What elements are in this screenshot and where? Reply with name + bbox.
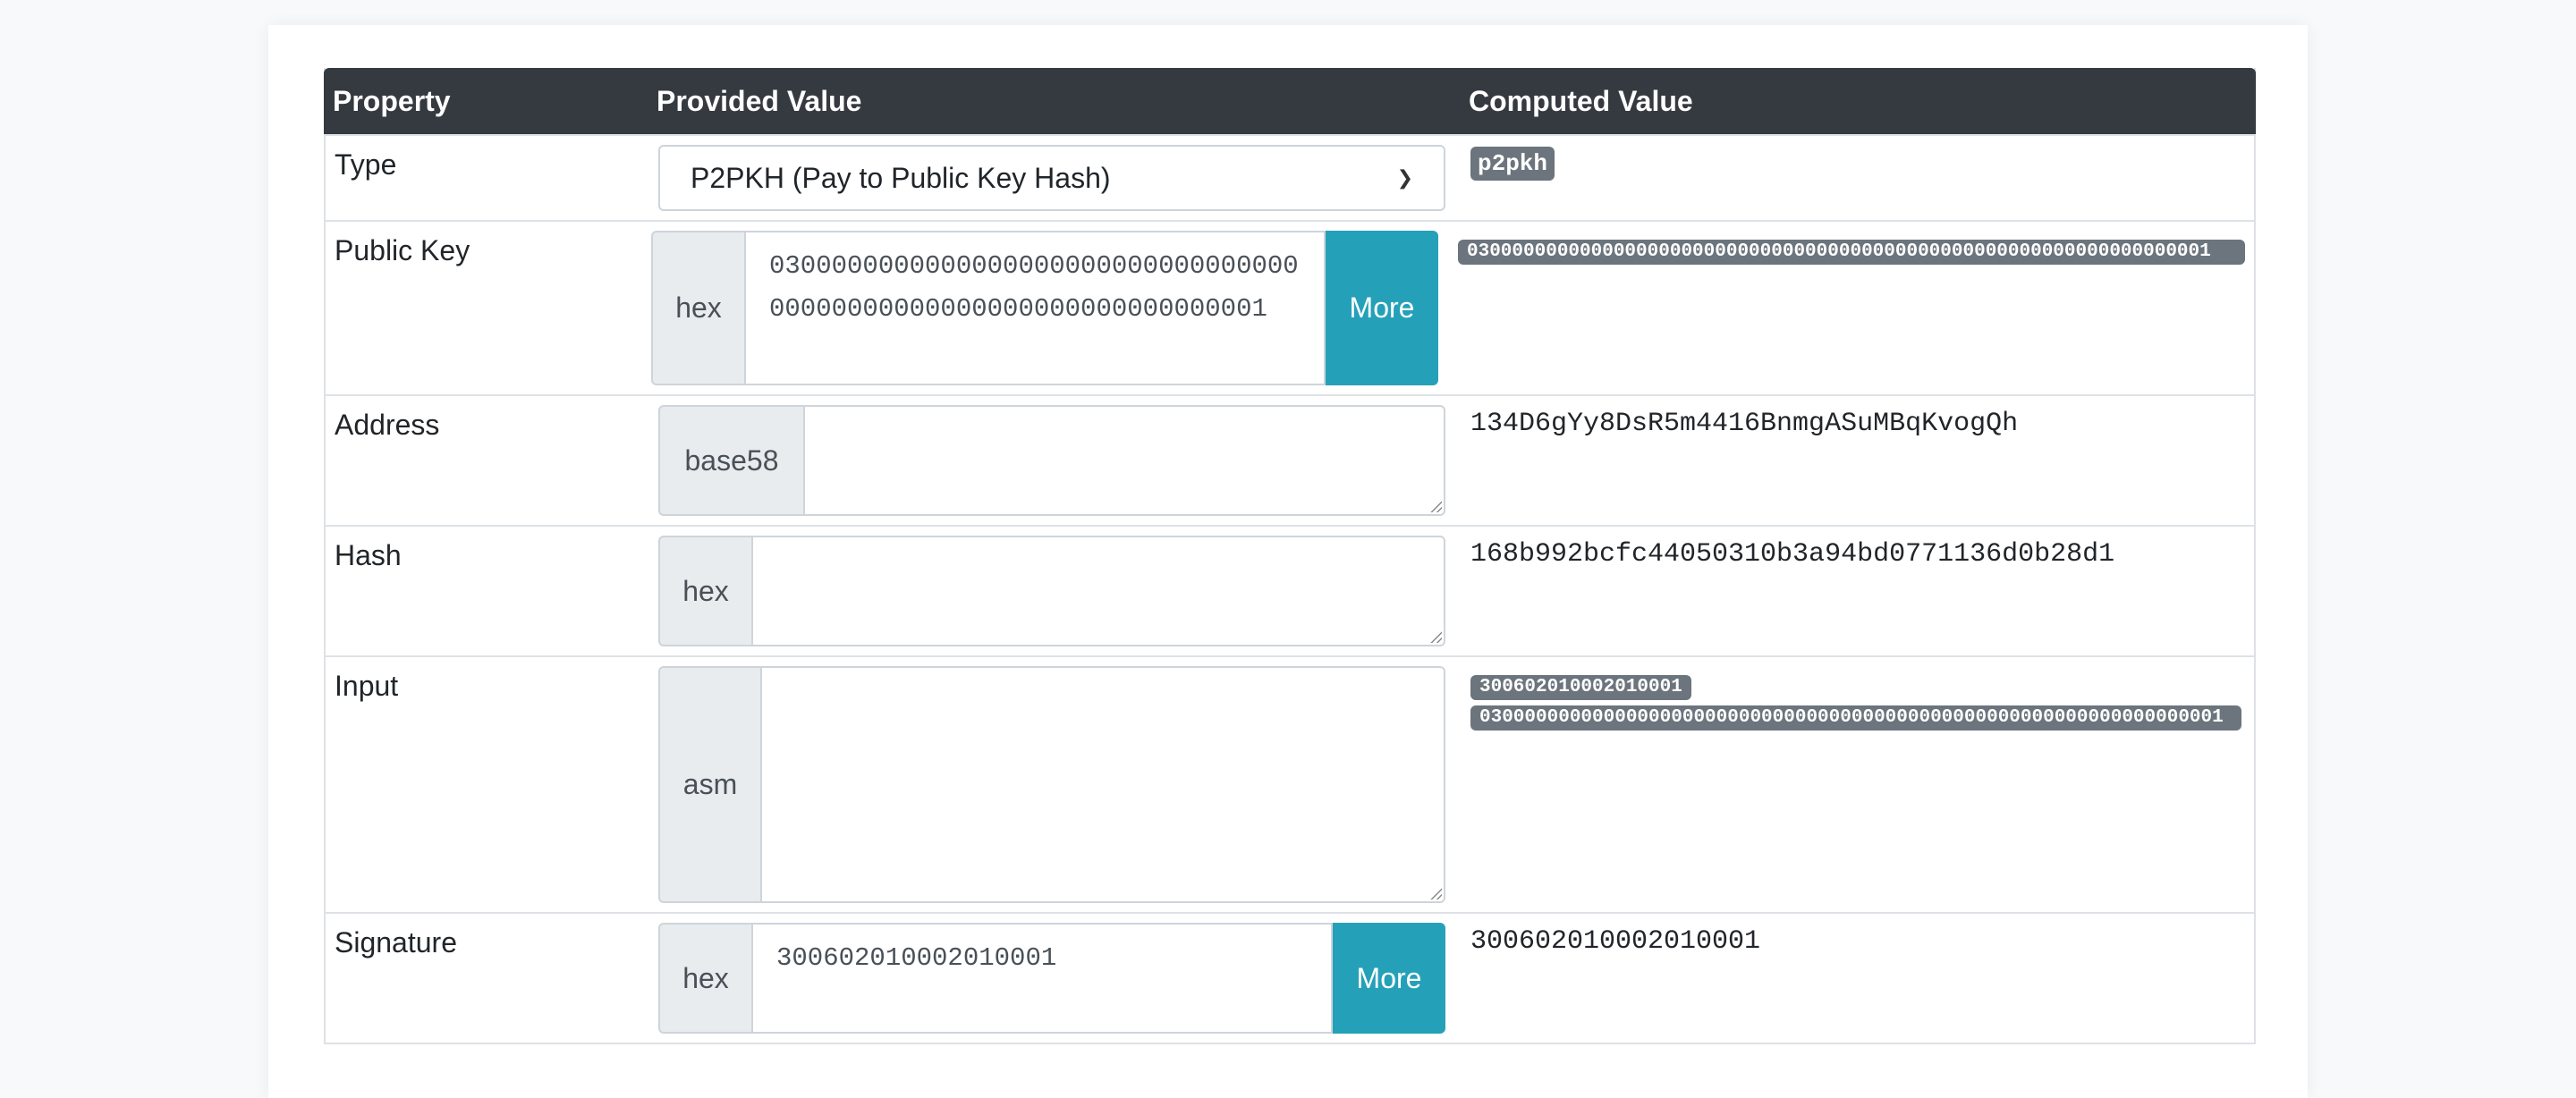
computed-input-cell: 300602010002010001 030000000000000000000… xyxy=(1451,657,2254,912)
table-row-address: Address base58 134D6gYy8DsR5m4416BnmgASu… xyxy=(326,394,2254,525)
type-select-value: P2PKH (Pay to Public Key Hash) xyxy=(691,161,1111,194)
type-select[interactable]: P2PKH (Pay to Public Key Hash) ❯ xyxy=(658,145,1445,211)
address-prefix: base58 xyxy=(658,405,803,516)
table-row-type: Type P2PKH (Pay to Public Key Hash) ❯ p2… xyxy=(326,134,2254,220)
resize-handle-icon[interactable] xyxy=(1429,500,1442,512)
header-computed-value: Computed Value xyxy=(1469,84,1693,117)
table-row-public-key: Public Key hex 0300000000000000000000000… xyxy=(326,220,2254,394)
property-table: Property Provided Value Computed Value T… xyxy=(324,68,2256,1044)
public-key-prefix: hex xyxy=(651,231,744,385)
label-signature: Signature xyxy=(335,926,457,959)
computed-type-cell: p2pkh xyxy=(1451,136,2254,220)
label-hash: Hash xyxy=(335,539,402,571)
signature-more-button[interactable]: More xyxy=(1333,923,1445,1034)
label-type: Type xyxy=(335,148,397,181)
label-public-key: Public Key xyxy=(335,234,470,266)
chevron-down-icon: ❯ xyxy=(1396,166,1413,189)
input-badge-pubkey: 0300000000000000000000000000000000000000… xyxy=(1470,705,2241,731)
hash-prefix: hex xyxy=(658,536,751,646)
provided-input-cell: asm xyxy=(648,657,1451,912)
computed-signature: 300602010002010001 xyxy=(1470,926,1761,957)
public-key-more-button[interactable]: More xyxy=(1326,231,1438,385)
input-prefix: asm xyxy=(658,666,760,903)
input-input-group: asm xyxy=(658,666,1445,903)
resize-handle-icon[interactable] xyxy=(1429,887,1442,900)
header-property: Property xyxy=(333,84,451,117)
type-badge: p2pkh xyxy=(1470,147,1555,181)
table-row-signature: Signature hex 300602010002010001 More 30… xyxy=(326,912,2254,1043)
table-header: Property Provided Value Computed Value xyxy=(324,68,2256,134)
provided-hash-cell: hex xyxy=(648,527,1451,655)
provided-public-key-cell: hex 030000000000000000000000000000000000… xyxy=(640,222,1438,394)
address-textarea[interactable] xyxy=(803,405,1445,516)
table-row-hash: Hash hex 168b992bcfc44050310b3a94bd07711… xyxy=(326,525,2254,655)
input-badge-signature: 300602010002010001 xyxy=(1470,675,1691,700)
public-key-badge: 0300000000000000000000000000000000000000… xyxy=(1458,240,2245,265)
computed-hash: 168b992bcfc44050310b3a94bd0771136d0b28d1 xyxy=(1470,539,2115,570)
main-card: Property Provided Value Computed Value T… xyxy=(268,25,2308,1098)
signature-textarea[interactable]: 300602010002010001 xyxy=(751,923,1333,1034)
signature-input-group: hex 300602010002010001 More xyxy=(658,923,1445,1034)
provided-type-cell: P2PKH (Pay to Public Key Hash) ❯ xyxy=(648,136,1451,220)
input-textarea[interactable] xyxy=(760,666,1445,903)
provided-signature-cell: hex 300602010002010001 More xyxy=(648,914,1451,1043)
table-row-input: Input asm 300602010002010001 03000000000… xyxy=(326,655,2254,912)
provided-address-cell: base58 xyxy=(648,396,1451,525)
label-address: Address xyxy=(335,409,440,441)
hash-input-group: hex xyxy=(658,536,1445,646)
public-key-textarea[interactable]: 0300000000000000000000000000000000000000… xyxy=(744,231,1326,385)
hash-textarea[interactable] xyxy=(751,536,1445,646)
label-input: Input xyxy=(335,670,399,702)
resize-handle-icon[interactable] xyxy=(1429,630,1442,643)
header-provided-value: Provided Value xyxy=(657,84,862,117)
signature-prefix: hex xyxy=(658,923,751,1034)
public-key-input-group: hex 030000000000000000000000000000000000… xyxy=(651,231,1438,385)
computed-address: 134D6gYy8DsR5m4416BnmgASuMBqKvogQh xyxy=(1470,409,2019,439)
address-input-group: base58 xyxy=(658,405,1445,516)
computed-public-key-cell: 0300000000000000000000000000000000000000… xyxy=(1438,222,2254,394)
